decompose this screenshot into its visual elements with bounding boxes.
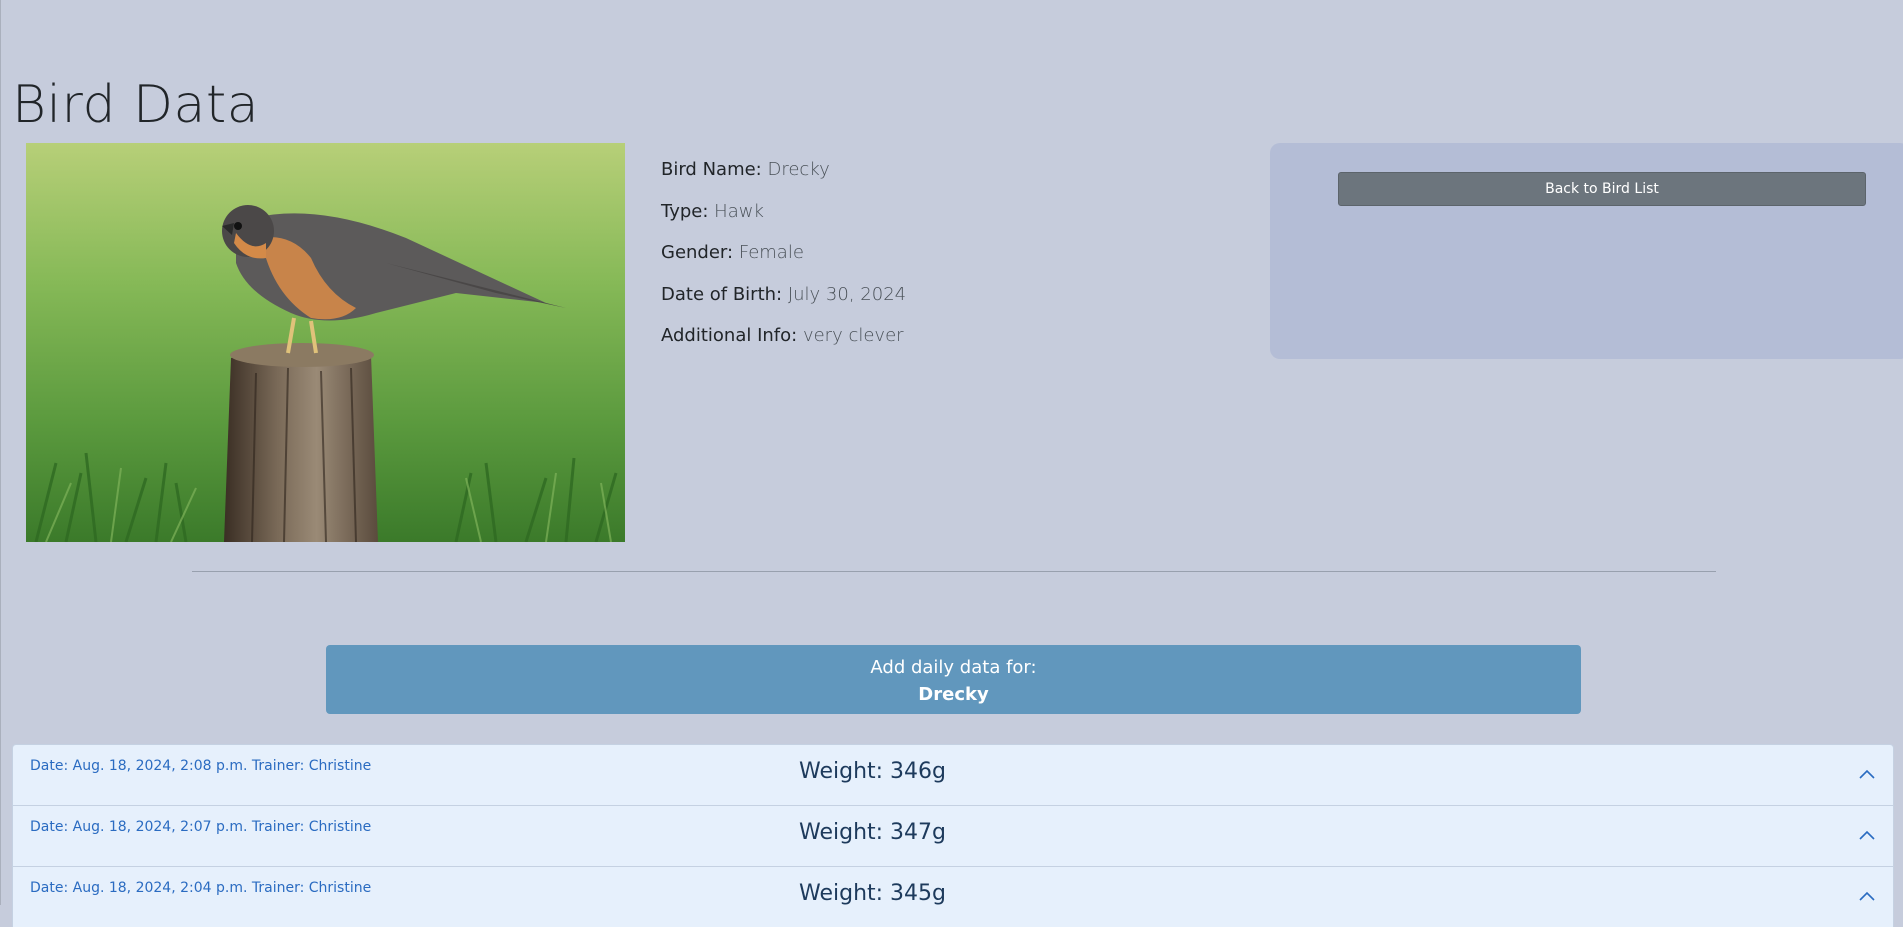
page-left-border [0,0,1,905]
page-title: Bird Data [12,75,260,135]
bird-info: Bird Name: Drecky Type: Hawk Gender: Fem… [661,158,906,366]
info-value: Female [738,242,804,263]
daily-record-item[interactable]: Date: Aug. 18, 2024, 2:04 p.m. Trainer: … [12,866,1894,927]
info-value: July 30, 2024 [787,283,907,305]
add-daily-data-label: Add daily data for: [870,657,1037,678]
info-label: Type: [661,200,709,222]
info-label: Bird Name: [661,159,762,180]
info-label: Gender: [661,242,734,263]
info-bird-name: Bird Name: Drecky [661,158,906,200]
info-value: very clever [802,325,904,346]
info-value: Drecky [767,159,830,180]
back-to-bird-list-button[interactable]: Back to Bird List [1338,172,1866,206]
info-date-of-birth: Date of Birth: July 30, 2024 [661,283,906,325]
info-label: Additional Info: [661,325,798,346]
chevron-up-icon[interactable] [1857,828,1877,842]
info-type: Type: Hawk [661,200,906,242]
side-panel: Back to Bird List [1270,143,1903,359]
record-date-trainer: Date: Aug. 18, 2024, 2:08 p.m. Trainer: … [30,758,372,774]
chevron-up-icon[interactable] [1857,889,1877,903]
info-label: Date of Birth: [661,283,783,305]
record-weight: Weight: 346g [799,759,947,784]
section-divider [192,571,1716,572]
daily-record-item[interactable]: Date: Aug. 18, 2024, 2:08 p.m. Trainer: … [12,744,1894,805]
add-daily-data-button[interactable]: Add daily data for: Drecky [326,645,1581,714]
record-date-trainer: Date: Aug. 18, 2024, 2:04 p.m. Trainer: … [30,880,372,896]
record-weight: Weight: 345g [799,881,947,906]
info-additional: Additional Info: very clever [661,324,906,366]
daily-records-list: Date: Aug. 18, 2024, 2:08 p.m. Trainer: … [12,744,1894,927]
chevron-up-icon[interactable] [1857,767,1877,781]
record-weight: Weight: 347g [799,820,947,845]
record-date-trainer: Date: Aug. 18, 2024, 2:07 p.m. Trainer: … [30,819,372,835]
info-gender: Gender: Female [661,241,906,283]
add-daily-data-bird-name: Drecky [918,684,989,705]
info-value: Hawk [714,200,764,222]
daily-record-item[interactable]: Date: Aug. 18, 2024, 2:07 p.m. Trainer: … [12,805,1894,866]
bird-photo [26,143,625,542]
